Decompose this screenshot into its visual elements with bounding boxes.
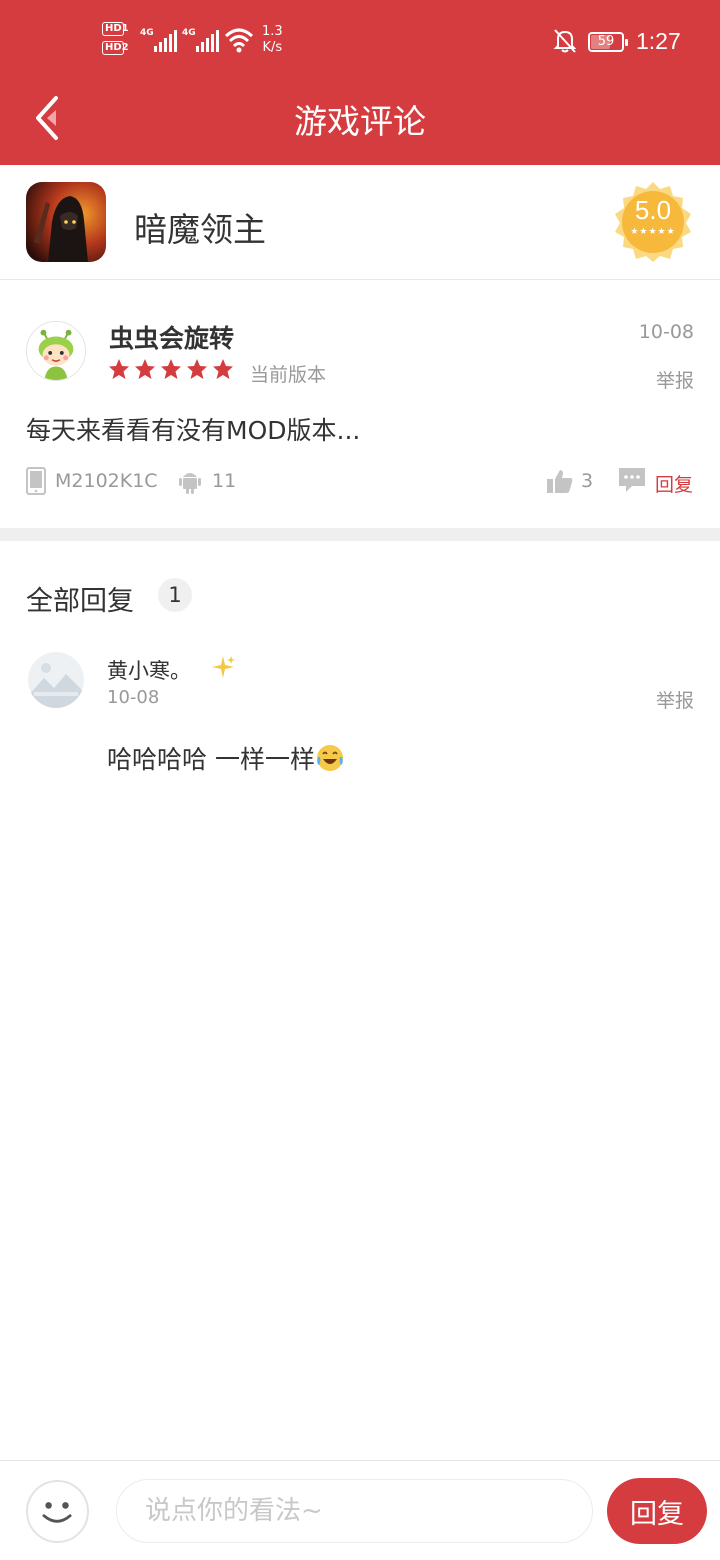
version-label: 当前版本 — [250, 364, 327, 386]
star-icon — [109, 359, 129, 379]
network-speed: 1.3 K/s — [262, 24, 283, 56]
reply-date: 10-08 — [107, 687, 160, 708]
star-icon — [135, 359, 155, 379]
star-icon — [161, 359, 181, 379]
comment-author[interactable]: 虫虫会旋转 — [109, 319, 234, 355]
phone-icon — [26, 467, 46, 495]
network-type-2: 4G — [182, 28, 196, 38]
hd-indicator: HD1 HD2 — [102, 22, 136, 64]
laughing-emoji-icon — [316, 745, 343, 771]
comment-icon[interactable] — [618, 467, 646, 493]
game-name: 暗魔领主 — [134, 210, 266, 249]
speed-unit: K/s — [262, 40, 283, 55]
rating-stars — [107, 357, 237, 383]
android-version: 11 — [212, 470, 237, 492]
replies-count-badge: 1 — [158, 578, 192, 612]
game-score: 5.0 — [634, 195, 672, 225]
reply-author[interactable]: 黄小寒。 — [107, 655, 191, 685]
reply-text-content: 哈哈哈哈 一样一样 — [107, 745, 315, 774]
device-model: M2102K1C — [55, 470, 158, 492]
status-bar: HD1 HD2 4G 4G 1.3 K/s 59 1:27 — [0, 0, 720, 82]
speed-value: 1.3 — [262, 24, 283, 39]
avatar[interactable] — [28, 652, 84, 708]
star-icon — [213, 359, 233, 379]
replies-title: 全部回复 — [26, 586, 134, 617]
section-divider — [0, 528, 720, 541]
sparkle-icon — [212, 656, 235, 678]
send-reply-button[interactable]: 回复 — [607, 1478, 707, 1544]
comment-date: 10-08 — [638, 321, 694, 343]
thumbs-up-icon[interactable] — [546, 467, 574, 495]
avatar[interactable] — [26, 321, 86, 381]
hd1-label: HD1 — [102, 22, 129, 36]
comment-text: 每天来看看有没有MOD版本... — [26, 416, 361, 445]
like-count: 3 — [581, 470, 594, 492]
report-button[interactable]: 举报 — [656, 366, 694, 393]
network-type-1: 4G — [140, 28, 154, 38]
wifi-icon — [224, 28, 254, 53]
game-icon — [26, 182, 106, 262]
emoji-button[interactable] — [26, 1480, 89, 1543]
reply-button[interactable]: 回复 — [655, 470, 693, 497]
reply-report-button[interactable]: 举报 — [656, 686, 694, 713]
page-title: 游戏评论 — [294, 102, 426, 141]
comment-input[interactable] — [116, 1479, 593, 1543]
comment-input-bar: 回复 — [0, 1460, 720, 1560]
battery-icon: 59 — [588, 32, 628, 52]
hd2-label: HD2 — [102, 41, 129, 55]
top-bar: HD1 HD2 4G 4G 1.3 K/s 59 1:27 游戏评论 — [0, 0, 720, 165]
android-icon — [179, 473, 201, 494]
score-stars: ★★★★★ — [630, 227, 676, 237]
comment-card: 虫虫会旋转 当前版本 10-08 举报 每天来看看有没有MOD版本... M21… — [0, 281, 720, 528]
bell-off-icon — [553, 29, 577, 53]
clock: 1:27 — [636, 28, 681, 54]
battery-level: 59 — [597, 34, 615, 49]
star-icon — [187, 359, 207, 379]
reply-text: 哈哈哈哈 一样一样 — [107, 740, 345, 776]
game-header[interactable]: 暗魔领主 5.0 ★★★★★ — [0, 165, 720, 280]
